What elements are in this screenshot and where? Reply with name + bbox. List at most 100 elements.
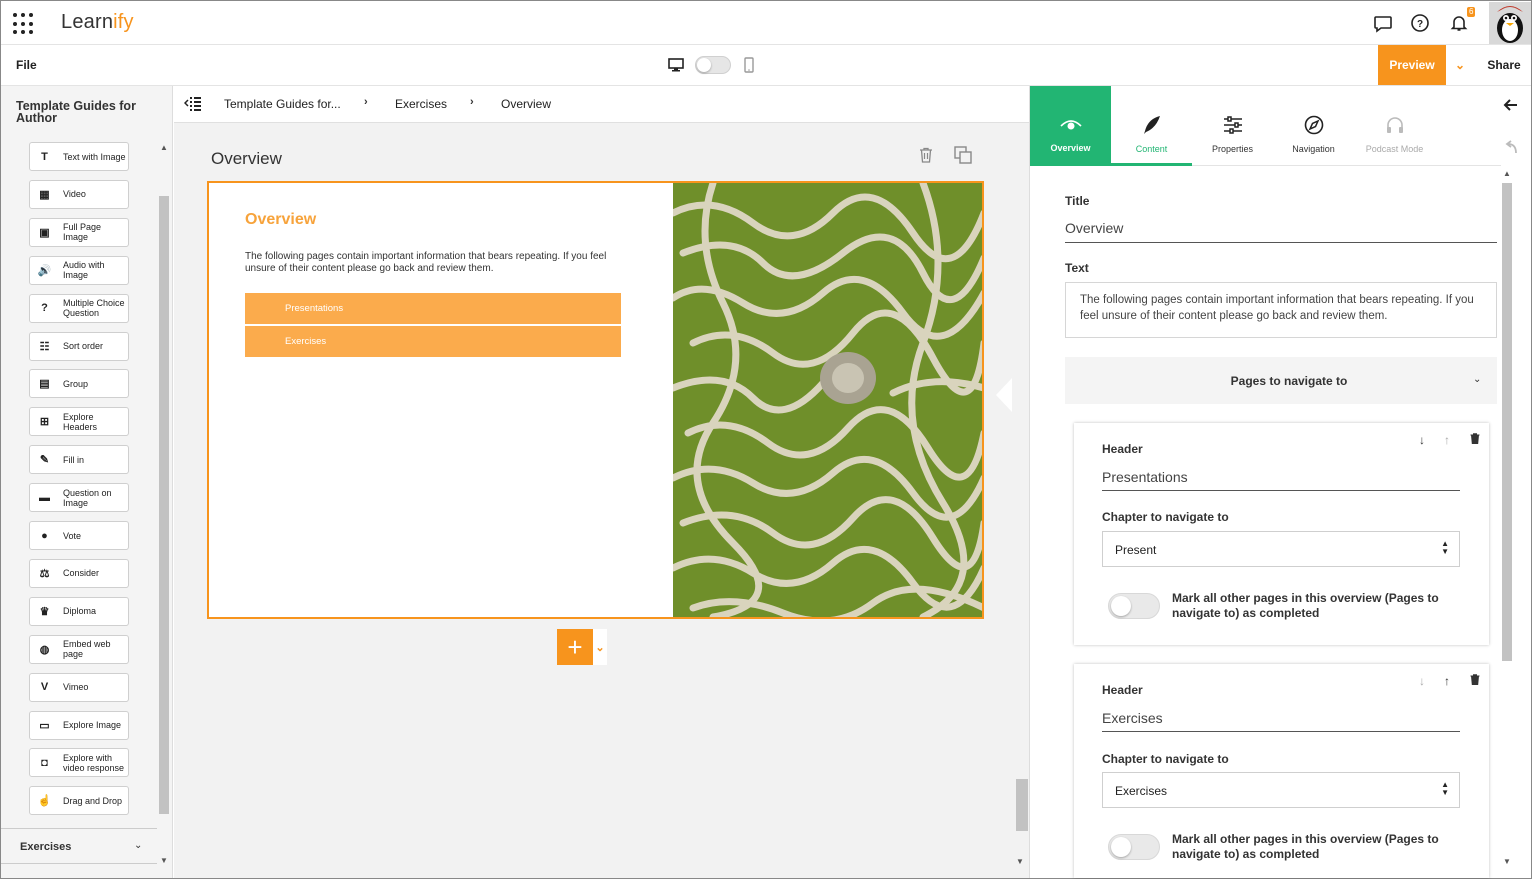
collapse-panel-arrow-icon[interactable] [996,378,1012,412]
component-fill-in[interactable]: ✎ Fill in [29,445,129,475]
component-embed-web-page[interactable]: ◍ Embed web page [29,634,129,664]
header-input[interactable]: Presentations [1102,469,1188,485]
tab-podcast-mode[interactable]: Podcast Mode [1354,86,1435,166]
delete-item-icon[interactable] [1470,433,1480,444]
bell-icon[interactable] [1449,13,1469,33]
component-label: Sort order [63,341,104,351]
component-multiple-choice-question[interactable]: ? Multiple Choice Question [29,293,129,323]
move-down-icon[interactable]: ↓ [1419,674,1425,688]
mark-completed-toggle[interactable] [1108,834,1160,860]
vote-icon: ● [41,529,48,542]
sort-icon: ☷ [39,340,50,353]
component-question-on-image[interactable]: ▬ Question on Image [29,483,129,513]
sidebar-scrollbar[interactable] [159,196,169,814]
slide-preview[interactable]: Overview The following pages contain imp… [207,181,984,619]
group-icon: ▤ [39,378,50,391]
user-avatar[interactable] [1489,2,1531,44]
scale-icon: ⚖ [39,567,50,580]
maze-image [673,183,982,617]
breadcrumb-item[interactable]: Template Guides for... [224,97,341,111]
sidebar-section-exercises[interactable]: Exercises ⌄ [1,828,157,864]
chapter-select[interactable]: Exercises ▲ ▼ [1102,772,1460,808]
component-explore-with-video-response[interactable]: ◘ Explore with video response [29,748,129,778]
component-label: Diploma [63,606,97,617]
scroll-up-arrow-icon[interactable]: ▲ [1503,169,1511,178]
component-vote[interactable]: ● Vote [29,521,129,550]
arrow-left-icon[interactable] [1503,97,1519,113]
app-logo[interactable]: Learnify [61,11,134,34]
move-up-icon[interactable]: ↑ [1444,674,1450,688]
tab-navigation[interactable]: Navigation [1273,86,1354,166]
apps-grid-icon[interactable] [13,13,35,35]
component-explore-image[interactable]: ▭ Explore Image [29,710,129,740]
mark-completed-label: Mark all other pages in this overview (P… [1172,832,1439,861]
add-page-button[interactable]: + [557,629,593,665]
header-input[interactable]: Exercises [1102,710,1163,726]
scroll-down-arrow-icon[interactable]: ▼ [1503,857,1511,866]
component-audio-with-image[interactable]: 🔊 Audio with Image [29,255,129,285]
component-consider[interactable]: ⚖ Consider [29,558,129,588]
audio-icon: 🔊 [37,264,52,277]
chapter-select[interactable]: Present ▲ ▼ [1102,531,1460,567]
component-text-with-image[interactable]: T Text with Image [29,142,129,171]
properties-panel: Overview Content Properties Navigation P… [1029,86,1502,878]
pages-to-navigate-accordion[interactable]: Pages to navigate to ⌄ [1065,357,1497,404]
file-menu[interactable]: File [16,58,37,72]
undo-icon[interactable] [1503,139,1519,155]
text-editor[interactable]: The following pages contain important in… [1065,282,1497,338]
preview-button[interactable]: Preview [1378,45,1446,85]
move-down-icon[interactable]: ↓ [1419,433,1425,447]
desktop-icon[interactable] [668,58,684,72]
scroll-down-arrow-icon[interactable]: ▼ [159,856,169,866]
select-arrows-icon: ▲ ▼ [1441,539,1449,556]
component-diploma[interactable]: ♛ Diploma [29,596,129,626]
quill-icon [1141,114,1163,136]
text-label: Text [1065,261,1089,275]
delete-item-icon[interactable] [1470,674,1480,685]
breadcrumb-item[interactable]: Exercises [395,97,447,111]
help-icon[interactable]: ? [1410,13,1430,33]
globe-icon: ◍ [39,643,50,656]
add-page-dropdown-chevron-icon[interactable]: ⌄ [593,629,607,665]
select-arrows-icon: ▲ ▼ [1441,780,1449,797]
pencil-icon: ✎ [39,454,50,467]
component-label: Embed web page [63,639,111,660]
navigation-item-card: ↓ ↑ Header Exercises Chapter to navigate… [1074,664,1489,878]
slide-nav-button[interactable]: Exercises [245,326,621,357]
share-button[interactable]: Share [1477,45,1531,85]
tree-toggle-icon[interactable] [184,95,202,113]
accordion-label: Pages to navigate to [1230,374,1348,388]
component-drag-and-drop[interactable]: ☝ Drag and Drop [29,786,129,816]
explore-headers-icon: ⊞ [39,416,50,429]
slide-nav-button[interactable]: Presentations [245,293,621,324]
move-up-icon[interactable]: ↑ [1444,433,1450,447]
tab-overview[interactable]: Overview [1030,86,1111,166]
component-video[interactable]: ▦ Video [29,179,129,209]
component-label: Audio with Image [63,260,105,281]
component-group[interactable]: ▤ Group [29,369,129,399]
component-explore-headers[interactable]: ⊞ Explore Headers [29,407,129,437]
canvas-scrollbar[interactable] [1016,779,1028,831]
component-vimeo[interactable]: V Vimeo [29,672,129,702]
mobile-icon[interactable] [744,57,754,73]
panel-scrollbar[interactable] [1502,183,1512,661]
image-icon: ▣ [39,226,50,239]
page-canvas: Overview Overview The following pages co… [174,123,1029,878]
scroll-down-arrow-icon[interactable]: ▼ [1016,857,1024,866]
title-input[interactable]: Overview [1065,220,1123,236]
delete-page-icon[interactable] [919,147,933,163]
tab-content[interactable]: Content [1111,86,1192,166]
component-full-page-image[interactable]: ▣ Full Page Image [29,217,129,247]
mark-completed-toggle[interactable] [1108,593,1160,619]
component-sort-order[interactable]: ☷ Sort order [29,331,129,361]
scroll-up-arrow-icon[interactable]: ▲ [159,143,169,153]
device-toggle[interactable] [695,56,731,74]
tab-properties[interactable]: Properties [1192,86,1273,166]
notification-badge: 6 [1467,7,1476,17]
component-label: Drag and Drop [63,795,123,806]
duplicate-page-icon[interactable] [953,145,973,165]
chevron-right-icon: › [364,96,368,108]
text-image-icon: T [41,150,48,163]
chat-icon[interactable] [1373,13,1393,33]
preview-dropdown-chevron-icon[interactable]: ⌄ [1446,45,1474,85]
